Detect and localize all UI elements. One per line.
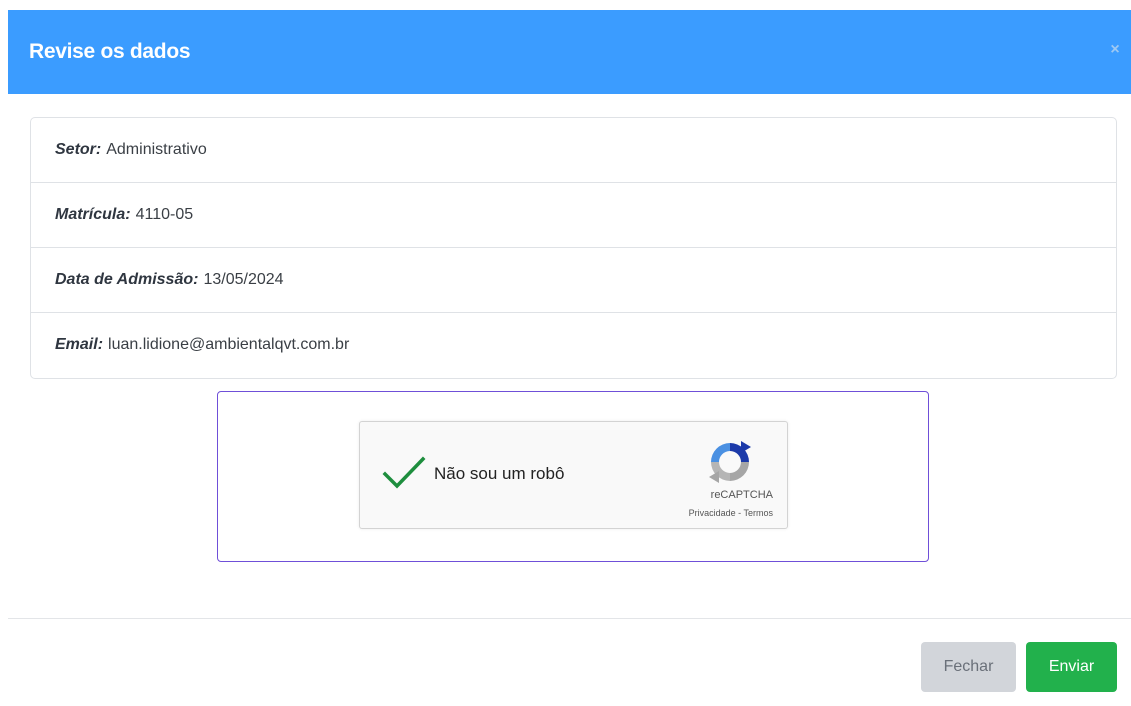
recaptcha-logo-icon <box>709 441 751 483</box>
close-icon[interactable]: × <box>1105 40 1125 60</box>
info-label: Data de Admissão: <box>55 271 199 288</box>
send-button[interactable]: Enviar <box>1026 642 1117 692</box>
review-modal: Revise os dados × Setor: Administrativo … <box>8 10 1131 706</box>
info-label: Email: <box>55 336 104 353</box>
recaptcha-links: Privacidade - Termos <box>689 508 773 518</box>
info-value: 13/05/2024 <box>203 271 284 288</box>
info-label: Setor: <box>55 141 102 158</box>
recaptcha-widget[interactable]: Não sou um robô reCAPTCHA Privacidade - … <box>359 421 788 529</box>
info-row-matricula: Matrícula: 4110-05 <box>31 183 1116 248</box>
info-list: Setor: Administrativo Matrícula: 4110-05… <box>30 117 1117 379</box>
info-value: 4110-05 <box>135 206 194 223</box>
captcha-container: Não sou um robô reCAPTCHA Privacidade - … <box>217 391 929 562</box>
privacy-link[interactable]: Privacidade <box>689 508 736 518</box>
info-row-setor: Setor: Administrativo <box>31 118 1116 183</box>
modal-header: Revise os dados × <box>8 10 1131 94</box>
info-row-email: Email: luan.lidione@ambientalqvt.com.br <box>31 313 1116 377</box>
terms-link[interactable]: Termos <box>743 508 773 518</box>
modal-title: Revise os dados <box>29 40 191 63</box>
info-value: Administrativo <box>106 141 207 158</box>
footer-divider <box>8 618 1131 619</box>
recaptcha-label: Não sou um robô <box>434 464 565 483</box>
recaptcha-brand: reCAPTCHA <box>710 489 773 501</box>
info-row-data-admissao: Data de Admissão: 13/05/2024 <box>31 248 1116 313</box>
close-button[interactable]: Fechar <box>921 642 1016 692</box>
check-icon[interactable] <box>382 456 426 492</box>
info-label: Matrícula: <box>55 206 131 223</box>
info-value: luan.lidione@ambientalqvt.com.br <box>108 336 350 353</box>
